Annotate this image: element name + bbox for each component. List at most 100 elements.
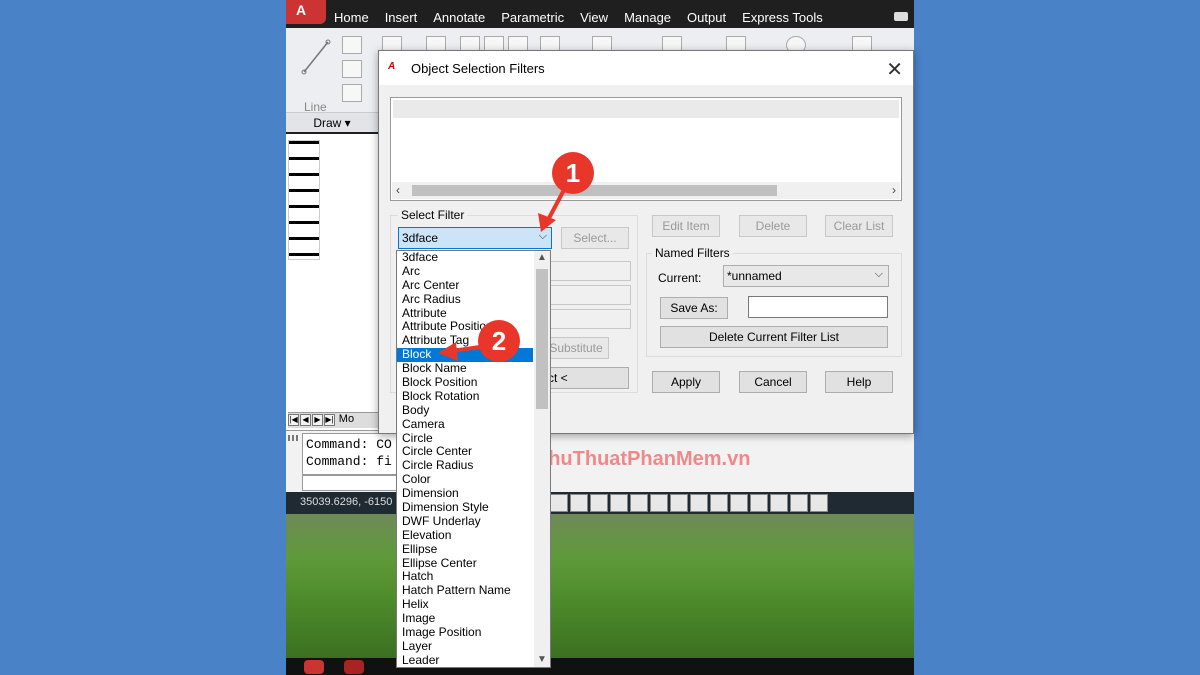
- dropdown-option[interactable]: Ellipse Center: [397, 557, 533, 571]
- command-grip-icon[interactable]: [288, 435, 300, 441]
- application-menu-button[interactable]: A: [286, 0, 326, 24]
- filter-list-row[interactable]: [393, 100, 899, 118]
- close-icon[interactable]: ✕: [886, 57, 903, 82]
- dropdown-option[interactable]: Block Rotation: [397, 390, 533, 404]
- dropdown-option[interactable]: Helix: [397, 598, 533, 612]
- scroll-thumb[interactable]: [412, 185, 777, 196]
- dropdown-option[interactable]: Layer: [397, 640, 533, 654]
- snap-icon[interactable]: [570, 494, 588, 512]
- dropdown-option[interactable]: Circle Radius: [397, 459, 533, 473]
- pan-icon[interactable]: [770, 494, 788, 512]
- dropdown-option[interactable]: Hatch Pattern Name: [397, 584, 533, 598]
- filter-list-scrollbar[interactable]: ‹ ›: [392, 182, 900, 199]
- substitute-button[interactable]: Substitute: [543, 337, 609, 359]
- circle-icon[interactable]: [342, 60, 362, 78]
- ribbon-tab[interactable]: Home: [326, 7, 377, 28]
- draw-panel-label[interactable]: Draw ▾: [286, 112, 378, 132]
- dropdown-option[interactable]: Block Position: [397, 376, 533, 390]
- dropdown-option[interactable]: Circle Center: [397, 445, 533, 459]
- chevron-up-icon[interactable]: ▲: [537, 252, 547, 263]
- taskbar-app-icon[interactable]: [304, 660, 324, 674]
- save-as-input[interactable]: [748, 296, 888, 318]
- scroll-left-icon[interactable]: ‹: [396, 183, 400, 197]
- clear-list-button[interactable]: Clear List: [825, 215, 893, 237]
- dropdown-option[interactable]: Arc: [397, 265, 533, 279]
- dropdown-option[interactable]: DWF Underlay: [397, 515, 533, 529]
- add-selected-object-button[interactable]: ct <: [543, 367, 629, 389]
- polar-icon[interactable]: [610, 494, 628, 512]
- taskbar-autocad-icon[interactable]: [344, 660, 364, 674]
- otrack-icon[interactable]: [650, 494, 668, 512]
- dropdown-option[interactable]: Block Name: [397, 362, 533, 376]
- drawing-area[interactable]: |◀ ◀ ▶ ▶| Mo: [286, 134, 380, 430]
- chevron-down-icon[interactable]: ⌵: [539, 230, 547, 243]
- dropdown-option[interactable]: Attribute: [397, 307, 533, 321]
- dropdown-option[interactable]: Color: [397, 473, 533, 487]
- dyn-icon[interactable]: [690, 494, 708, 512]
- x-value-field[interactable]: [543, 261, 631, 281]
- filter-type-dropdown[interactable]: 3dface Arc Arc Center Arc Radius Attribute At…: [396, 250, 551, 668]
- named-filter-combobox[interactable]: *unnamed ⌵: [723, 265, 889, 287]
- line-tool-icon[interactable]: [300, 36, 332, 98]
- dropdown-option[interactable]: Image: [397, 612, 533, 626]
- osnap-icon[interactable]: [630, 494, 648, 512]
- ellipse-icon[interactable]: [342, 84, 362, 102]
- ribbon-tab[interactable]: Insert: [377, 7, 426, 28]
- desktop-background: [286, 514, 914, 662]
- model-space-icon[interactable]: [730, 494, 748, 512]
- scroll-right-icon[interactable]: ›: [892, 183, 896, 197]
- model-tab[interactable]: Mo: [339, 413, 354, 425]
- filter-type-combobox[interactable]: 3dface ⌵: [398, 227, 552, 249]
- dropdown-option[interactable]: Dimension Style: [397, 501, 533, 515]
- ribbon-tab[interactable]: Parametric: [493, 7, 572, 28]
- dropdown-option[interactable]: Dimension: [397, 487, 533, 501]
- dropdown-scroll-thumb[interactable]: [536, 269, 548, 409]
- delete-button[interactable]: Delete: [739, 215, 807, 237]
- dropdown-option[interactable]: Hatch: [397, 570, 533, 584]
- lineweight-icon[interactable]: [710, 494, 728, 512]
- next-layout-icon[interactable]: ▶: [312, 414, 323, 426]
- ortho-icon[interactable]: [590, 494, 608, 512]
- last-layout-icon[interactable]: ▶|: [324, 414, 335, 426]
- ribbon-tab[interactable]: Output: [679, 7, 734, 28]
- apply-button[interactable]: Apply: [652, 371, 720, 393]
- chevron-down-icon[interactable]: ▼: [537, 654, 547, 665]
- watermark-text: ThuThuatPhanMem.vn: [536, 448, 751, 470]
- dropdown-option[interactable]: Arc Center: [397, 279, 533, 293]
- dropdown-scrollbar[interactable]: ▲ ▼: [534, 251, 550, 667]
- dropdown-option[interactable]: Camera: [397, 418, 533, 432]
- y-value-field[interactable]: [543, 285, 631, 305]
- ribbon-tab[interactable]: View: [572, 7, 616, 28]
- dropdown-option[interactable]: Image Position: [397, 626, 533, 640]
- ducs-icon[interactable]: [670, 494, 688, 512]
- filter-list[interactable]: ‹ ›: [390, 97, 902, 201]
- dropdown-option[interactable]: Circle: [397, 432, 533, 446]
- first-layout-icon[interactable]: |◀: [288, 414, 299, 426]
- chevron-down-icon[interactable]: ⌵: [875, 268, 883, 281]
- dropdown-option[interactable]: Ellipse: [397, 543, 533, 557]
- dropdown-option[interactable]: Body: [397, 404, 533, 418]
- polyline-icon[interactable]: [342, 36, 362, 54]
- ribbon-tabs: Home Insert Annotate Parametric View Man…: [326, 6, 914, 28]
- edit-item-button[interactable]: Edit Item: [652, 215, 720, 237]
- delete-current-filter-list-button[interactable]: Delete Current Filter List: [660, 326, 888, 348]
- ribbon-minimize-icon[interactable]: [894, 12, 908, 21]
- dropdown-option[interactable]: 3dface: [397, 251, 533, 265]
- prev-layout-icon[interactable]: ◀: [300, 414, 311, 426]
- grid-icon[interactable]: [550, 494, 568, 512]
- play-icon[interactable]: [810, 494, 828, 512]
- help-button[interactable]: Help: [825, 371, 893, 393]
- ribbon-tab[interactable]: Express Tools: [734, 7, 831, 28]
- ribbon-tab[interactable]: Manage: [616, 7, 679, 28]
- dropdown-option[interactable]: Leader: [397, 654, 533, 667]
- select-button[interactable]: Select...: [561, 227, 629, 249]
- ribbon-tab[interactable]: Annotate: [425, 7, 493, 28]
- z-value-field[interactable]: [543, 309, 631, 329]
- zoom-icon[interactable]: [790, 494, 808, 512]
- select-filter-label: Select Filter: [398, 208, 468, 222]
- dropdown-option[interactable]: Elevation: [397, 529, 533, 543]
- cancel-button[interactable]: Cancel: [739, 371, 807, 393]
- save-as-button[interactable]: Save As:: [660, 297, 728, 319]
- quick-view-icon[interactable]: [750, 494, 768, 512]
- dropdown-option[interactable]: Arc Radius: [397, 293, 533, 307]
